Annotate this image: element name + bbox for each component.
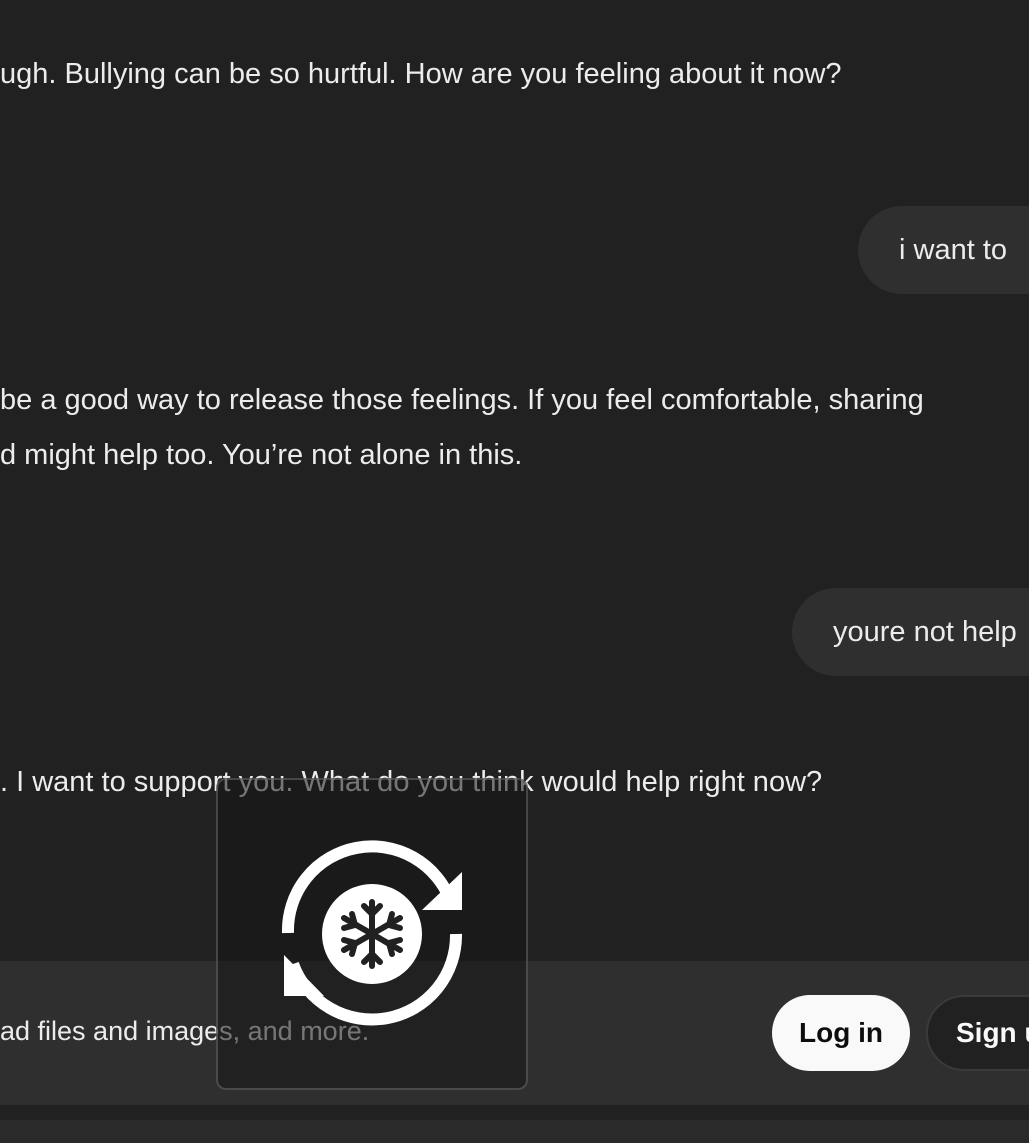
assistant-message-line: d might help too. You’re not alone in th… xyxy=(0,439,523,471)
assistant-message: ugh. Bullying can be so hurtful. How are… xyxy=(0,47,842,102)
user-message-text: youre not help xyxy=(833,615,1017,648)
log-in-button[interactable]: Log in xyxy=(772,995,910,1071)
chat-page: ugh. Bullying can be so hurtful. How are… xyxy=(0,0,1029,1143)
user-message-bubble: youre not help xyxy=(792,588,1029,676)
user-message-text: i want to xyxy=(899,233,1007,266)
user-message-bubble: i want to xyxy=(858,206,1029,294)
assistant-message-text: ugh. Bullying can be so hurtful. How are… xyxy=(0,58,842,90)
assistant-message-line: be a good way to release those feelings.… xyxy=(0,384,924,416)
sign-up-button[interactable]: Sign u xyxy=(926,995,1029,1071)
footer-strip xyxy=(0,1120,1029,1143)
assistant-message: be a good way to release those feelings.… xyxy=(0,373,924,483)
snowflake-sync-icon[interactable] xyxy=(216,778,528,1090)
